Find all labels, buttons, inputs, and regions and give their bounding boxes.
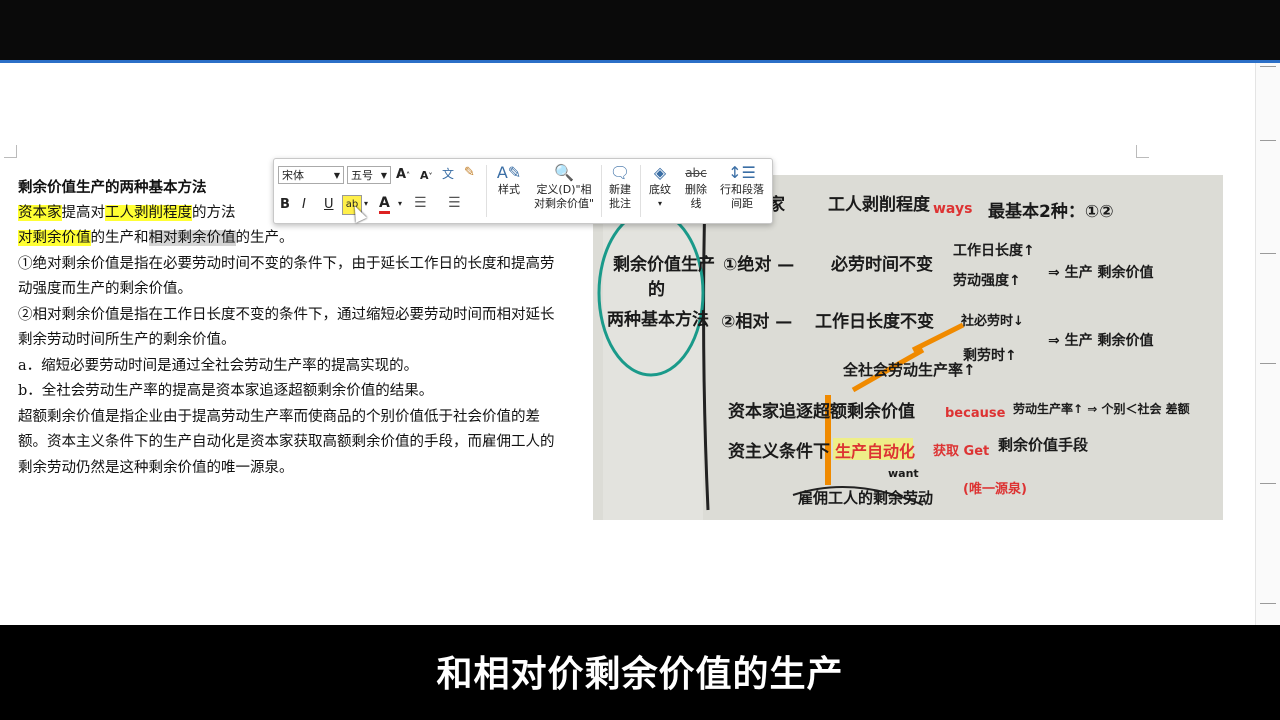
styles-icon: A✎ [496, 163, 522, 182]
video-top-bar [0, 0, 1280, 60]
line-spacing-icon: ↕☰ [728, 163, 756, 182]
selected-text: 相对剩余价值 [148, 230, 236, 246]
phonetic-guide-icon[interactable]: 文 [442, 165, 454, 182]
doc-line-2: 对剩余价值的生产和相对剩余价值的生产。 [18, 230, 294, 246]
handwritten-notes-photo: 剩余价值生产 的 两种基本方法 家 工人剥削程度 ways 最基本2种：①② ①… [593, 175, 1223, 520]
shading-icon: ◈ [653, 163, 667, 182]
define-button[interactable]: 🔍 定义(D)"相 对剩余价值" [529, 163, 599, 211]
numbering-icon[interactable]: ☰ [448, 195, 461, 211]
notes-r1-e: ⇒ 生产 剩余价值 [1048, 264, 1153, 281]
notes-r6-c: want [888, 467, 919, 480]
highlight-dropdown-icon[interactable]: ▾ [364, 199, 368, 208]
margin-corner-left [4, 145, 17, 158]
styles-button[interactable]: A✎ 样式 [489, 163, 529, 197]
notes-r5-a: 资主义条件下 [728, 441, 830, 462]
notes-left-title-2: 的 [648, 279, 665, 300]
notes-r1-b: 必劳时间不变 [830, 254, 933, 275]
mini-format-toolbar: 宋体 ▼ 五号 ▼ A˄ A˅ 文 ✎ B I U ab ▾ A ▾ ☰ ☰ A✎ … [273, 158, 773, 224]
notes-r1-c: 工作日长度↑ [953, 242, 1035, 259]
vertical-scrollbar[interactable] [1255, 63, 1280, 625]
notes-r4-b: because [945, 406, 1006, 421]
shading-button[interactable]: ◈ 底纹 ▾ [642, 163, 678, 211]
notes-r2-c: 社必劳时↓ [960, 313, 1024, 329]
define-icon: 🔍 [554, 163, 574, 182]
notes-r6-a: 雇佣工人的剩余劳动 [798, 489, 933, 507]
notes-r2-e: ⇒ 生产 剩余价值 [1048, 332, 1153, 349]
underline-button[interactable]: U [324, 197, 334, 212]
new-comment-button[interactable]: 🗨 新建 批注 [602, 163, 638, 211]
doc-para-a: a．缩短必要劳动时间是通过全社会劳动生产率的提高实现的。 [18, 357, 419, 374]
doc-para-absolute: ①绝对剩余价值是指在必要劳动时间不变的条件下，由于延长工作日的长度和提高劳动强度… [18, 255, 555, 298]
notes-r5-d: 剩余价值手段 [998, 436, 1088, 454]
margin-corner-right [1136, 145, 1149, 158]
notes-r1-d: 劳动强度↑ [953, 272, 1021, 289]
font-size-select[interactable]: 五号 ▼ [347, 166, 391, 184]
format-painter-icon[interactable]: ✎ [464, 165, 475, 180]
strikethrough-icon: abc [685, 166, 707, 180]
notes-r1-a: ①绝对 — [723, 254, 794, 275]
grow-font-button[interactable]: A˄ [396, 167, 410, 182]
notes-r3: 全社会劳动生产率↑ [842, 361, 976, 379]
notes-r0-b: 工人剥削程度 [828, 194, 931, 215]
notes-r2-a: ②相对 — [721, 311, 792, 332]
line-spacing-button[interactable]: ↕☰ 行和段落 间距 [714, 163, 770, 211]
doc-para-excess: 超额剩余价值是指企业由于提高劳动生产率而使商品的个别价值低于社会价值的差额。资本… [18, 408, 555, 476]
notes-r5-c: 获取 Get [933, 443, 989, 459]
notes-r4-c: 劳动生产率↑ ⇒ 个别＜社会 差额 [1013, 401, 1190, 416]
notes-r4-a: 资本家追逐超额剩余价值 [728, 401, 915, 422]
font-color-dropdown-icon[interactable]: ▾ [398, 199, 402, 208]
notes-r6-b: (唯一源泉) [963, 481, 1027, 497]
notes-r0-d: 最基本2种：①② [988, 201, 1114, 222]
bold-button[interactable]: B [280, 197, 290, 212]
doc-para-relative: ②相对剩余价值是指在工作日长度不变的条件下，通过缩短必要劳动时间而相对延长剩余劳… [18, 306, 555, 349]
video-subtitle: 和相对价剩余价值的生产 [436, 654, 844, 695]
bullets-icon[interactable]: ☰ [414, 195, 427, 211]
notes-left-title-3: 两种基本方法 [607, 309, 709, 330]
font-color-icon[interactable]: A [379, 195, 390, 214]
shrink-font-button[interactable]: A˅ [420, 169, 433, 182]
notes-r5-b: 生产自动化 [835, 442, 915, 461]
italic-button[interactable]: I [302, 197, 306, 212]
notes-r0-c: ways [933, 201, 972, 217]
notes-r2-b: 工作日长度不变 [815, 311, 934, 332]
notes-left-title-1: 剩余价值生产 [613, 254, 715, 275]
doc-para-b: b．全社会劳动生产率的提高是资本家追逐超额剩余价值的结果。 [18, 383, 434, 399]
strikethrough-button[interactable]: abc 删除 线 [678, 163, 714, 211]
new-comment-icon: 🗨 [609, 163, 631, 182]
font-name-select[interactable]: 宋体 ▼ [278, 166, 344, 184]
